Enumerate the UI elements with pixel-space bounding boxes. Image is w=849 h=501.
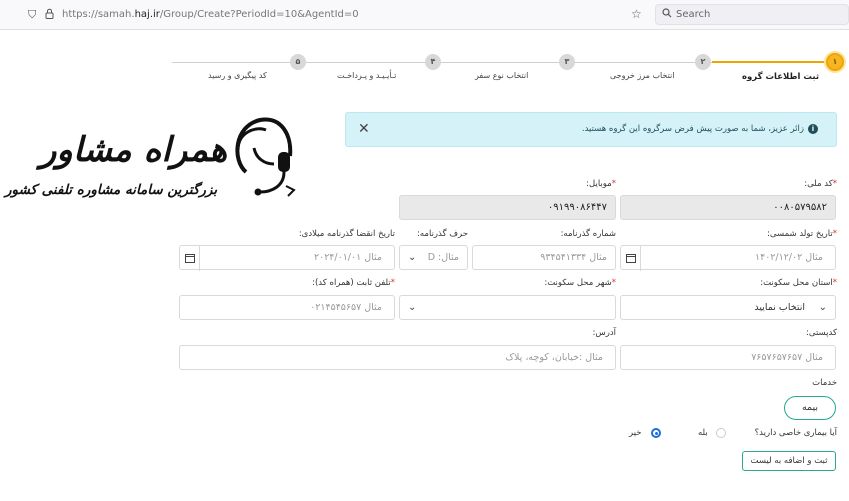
headset-logo-icon — [235, 117, 296, 197]
search-icon — [662, 8, 672, 21]
chevron-down-icon: ⌄ — [408, 302, 417, 313]
lock-icon[interactable] — [45, 8, 54, 23]
address-label: آدرس: — [592, 328, 617, 338]
step-4-circle: ۴ — [425, 54, 441, 70]
address-bar[interactable]: https://samah.haj.ir/Group/Create?Period… — [62, 8, 359, 22]
close-icon[interactable]: ✕ — [358, 121, 370, 137]
browser-toolbar: ⛉ https://samah.haj.ir/Group/Create?Peri… — [0, 0, 849, 30]
services-label: خدمات — [812, 378, 837, 388]
info-icon: i — [808, 124, 818, 134]
city-select[interactable]: ⌄ — [399, 295, 616, 320]
bookmark-star-icon[interactable]: ☆ — [631, 7, 642, 21]
province-select[interactable]: ⌄ انتخاب نمایید — [620, 295, 836, 320]
passport-number-input[interactable]: مثال ۹۳۴۵۴۱۳۳۴ — [472, 245, 616, 270]
watermark-subtitle: بزرگترین سامانه مشاوره تلفنی کشور — [5, 182, 218, 198]
step-5-circle: ۵ — [290, 54, 306, 70]
disease-no-radio[interactable] — [651, 428, 661, 438]
step-1-circle: ۱ — [826, 53, 844, 71]
alert-message: زائر عزیز، شما به صورت پیش فرض سرگروه ای… — [581, 124, 804, 134]
stepper-progress — [712, 61, 832, 63]
national-code-label: *کد ملی: — [804, 179, 837, 189]
province-label: *استان محل سکونت: — [760, 278, 837, 288]
mobile-field[interactable]: ۰۹۱۹۹۰۸۶۴۴۷ — [399, 195, 616, 220]
phone-input[interactable]: مثال ۰۲۱۴۵۴۵۶۵۷ — [179, 295, 395, 320]
step-2-label: انتخاب مرز خروجی — [610, 71, 675, 80]
address-input[interactable]: مثال :خیابان، کوچه، پلاک — [179, 345, 616, 370]
calendar-icon[interactable] — [180, 246, 200, 271]
watermark-logo: همراه مشاور بزرگترین سامانه مشاوره تلفنی… — [0, 110, 300, 205]
info-alert: ✕ زائر عزیز، شما به صورت پیش فرض سرگروه … — [345, 112, 837, 147]
national-code-field[interactable]: ۰۰۸۰۵۷۹۵۸۲ — [620, 195, 836, 220]
step-4-label: تـأیـیـد و پـرداخـت — [337, 71, 397, 80]
passport-letter-select[interactable]: مثال: D ⌄ — [399, 245, 468, 270]
passport-expiry-input[interactable]: مثال ۲۰۲۴/۰۱/۰۱ — [179, 245, 395, 271]
postal-code-input[interactable]: مثال ۷۶۵۷۶۵۷۶۵۷ — [620, 345, 836, 370]
step-1-label: ثبت اطلاعات گروه — [742, 72, 820, 82]
birth-date-label: *تاریخ تولد شمسی: — [767, 229, 837, 239]
disease-yes-radio[interactable] — [716, 428, 726, 438]
birth-date-input[interactable]: مثال ۱۴۰۲/۱۲/۰۲ — [620, 245, 836, 271]
browser-search-input[interactable]: Search — [655, 4, 849, 25]
city-label: *شهر محل سکونت: — [544, 278, 616, 288]
step-2-circle: ۲ — [695, 54, 711, 70]
insurance-button[interactable]: بیمه — [784, 396, 836, 420]
phone-label: *تلفن ثابت (همراه کد): — [312, 278, 395, 288]
disease-no-label: خیر — [629, 428, 642, 438]
postal-code-label: کدپستی: — [806, 328, 837, 338]
step-3-label: انتخاب نوع سفر — [475, 71, 529, 80]
watermark-title: همراه مشاور — [40, 130, 228, 170]
passport-expiry-label: تاریخ انقضا گذرنامه میلادی: — [298, 229, 395, 239]
passport-number-label: شماره گذرنامه: — [560, 229, 616, 239]
calendar-icon[interactable] — [621, 246, 641, 271]
chevron-down-icon: ⌄ — [408, 252, 417, 263]
disease-question-label: آیا بیماری خاصی دارید؟ — [754, 428, 837, 438]
submit-add-to-list-button[interactable]: ثبت و اضافه به لیست — [742, 451, 836, 471]
step-5-label: کد پیگیری و رسید — [208, 71, 267, 80]
disease-yes-label: بله — [698, 428, 708, 438]
mobile-label: *موبایل: — [586, 179, 616, 189]
step-3-circle: ۳ — [559, 54, 575, 70]
shield-icon[interactable]: ⛉ — [28, 8, 36, 22]
passport-letter-label: حرف گذرنامه: — [417, 229, 468, 239]
chevron-down-icon: ⌄ — [818, 302, 827, 313]
